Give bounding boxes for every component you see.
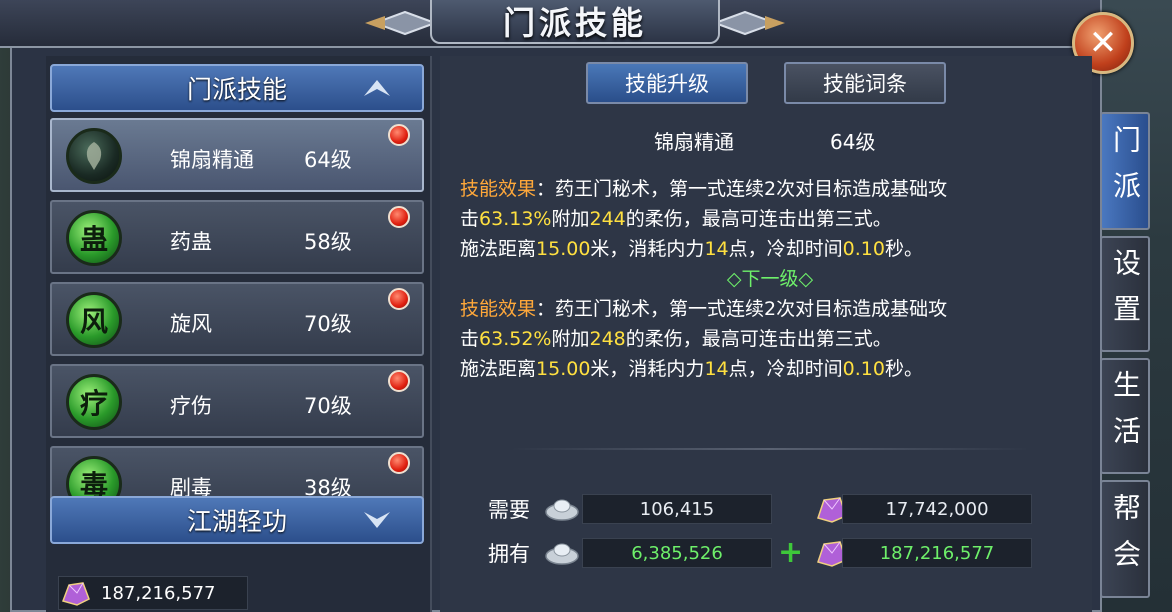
- desc-line: 施法距离15.00米，消耗内力14点，冷却时间0.10秒。: [460, 238, 923, 260]
- add-silver-button[interactable]: +: [778, 538, 803, 568]
- silver-ingot-icon: [545, 499, 579, 521]
- heal-skill-icon: 疗: [66, 374, 122, 430]
- skill-name: 药蛊: [170, 230, 212, 254]
- purple-gem-icon: [62, 582, 90, 606]
- side-tab-label: 设置: [1109, 248, 1142, 340]
- skill-item-liaoshang[interactable]: 疗 疗伤 70级: [50, 364, 424, 438]
- side-tab-label: 生活: [1109, 370, 1142, 462]
- desc-line: 施法距离15.00米，消耗内力14点，冷却时间0.10秒。: [460, 358, 923, 380]
- have-gem-value: 187,216,577: [842, 538, 1032, 568]
- whirlwind-skill-icon: 风: [66, 292, 122, 348]
- side-tab-guild[interactable]: 帮会: [1100, 480, 1150, 598]
- red-dot-badge-icon: [388, 124, 410, 146]
- need-silver-value: 106,415: [582, 494, 772, 524]
- poison-bug-skill-icon: 蛊: [66, 210, 122, 266]
- skill-detail-panel: 技能升级 技能词条 锦扇精通 64级 技能效果：药王门秘术，第一式连续2次对目标…: [440, 56, 1092, 612]
- desc-line: 击63.13%附加244的柔伤，最高可连击出第三式。: [460, 208, 892, 230]
- skill-list-panel: 门派技能 锦扇精通 64级 蛊 药蛊 58级 风 旋风 70级 疗 疗伤 70级…: [46, 56, 432, 612]
- title-plate: 门派技能: [430, 0, 720, 44]
- title-ornament-right-icon: [715, 10, 785, 36]
- skill-description: 技能效果：药王门秘术，第一式连续2次对目标造成基础攻 击63.13%附加244的…: [460, 174, 1080, 384]
- skill-name: 旋风: [170, 312, 212, 336]
- section-label: 门派技能: [186, 75, 287, 104]
- desc-line: 击63.52%附加248的柔伤，最高可连击出第三式。: [460, 328, 892, 350]
- detail-skill-level: 64级: [830, 130, 876, 154]
- tab-skill-upgrade[interactable]: 技能升级: [586, 62, 748, 104]
- red-dot-badge-icon: [388, 370, 410, 392]
- side-tab-label: 帮会: [1109, 493, 1142, 585]
- tab-skill-entries[interactable]: 技能词条: [784, 62, 946, 104]
- skill-item-xuanfeng[interactable]: 风 旋风 70级: [50, 282, 424, 356]
- skill-item-yaogu[interactable]: 蛊 药蛊 58级: [50, 200, 424, 274]
- chevron-down-icon: [364, 512, 390, 528]
- title-ornament-left-icon: [365, 10, 435, 36]
- close-icon: ✕: [1088, 23, 1118, 63]
- skill-item-jinshan[interactable]: 锦扇精通 64级: [50, 118, 424, 192]
- next-level-header: ◇下一级◇: [726, 268, 814, 290]
- skill-level: 70级: [304, 394, 352, 418]
- red-dot-badge-icon: [388, 206, 410, 228]
- skill-name: 疗伤: [170, 394, 212, 418]
- side-tab-label: 门派: [1109, 125, 1142, 217]
- divider: [510, 448, 1030, 450]
- fan-skill-icon: [66, 128, 122, 184]
- currency-value: 187,216,577: [101, 582, 216, 604]
- section-header-qinggong[interactable]: 江湖轻功: [50, 496, 424, 544]
- chevron-up-icon: [364, 80, 390, 96]
- silver-ingot-icon: [545, 543, 579, 565]
- red-dot-badge-icon: [388, 288, 410, 310]
- desc-line: 技能效果：药王门秘术，第一式连续2次对目标造成基础攻: [460, 298, 948, 320]
- detail-skill-name: 锦扇精通: [654, 130, 734, 154]
- section-header-sect-skills[interactable]: 门派技能: [50, 64, 424, 112]
- skill-level: 58级: [304, 230, 352, 254]
- have-label: 拥有: [488, 542, 530, 566]
- red-dot-badge-icon: [388, 452, 410, 474]
- skill-name: 锦扇精通: [170, 148, 254, 172]
- window-title: 门派技能: [502, 4, 647, 42]
- have-silver-value: 6,385,526: [582, 538, 772, 568]
- skill-list[interactable]: 锦扇精通 64级 蛊 药蛊 58级 风 旋风 70级 疗 疗伤 70级 毒 剧毒…: [50, 118, 424, 546]
- section-label: 江湖轻功: [186, 507, 287, 536]
- need-label: 需要: [488, 498, 530, 522]
- skill-level: 70级: [304, 312, 352, 336]
- side-tab-settings[interactable]: 设置: [1100, 236, 1150, 352]
- need-gem-value: 17,742,000: [842, 494, 1032, 524]
- currency-display: 187,216,577: [58, 576, 248, 610]
- cost-row-have: 拥有 6,385,526 +: [488, 536, 803, 570]
- desc-line: 技能效果：药王门秘术，第一式连续2次对目标造成基础攻: [460, 178, 948, 200]
- skill-level: 64级: [304, 148, 352, 172]
- cost-row-need: 需要 106,415: [488, 492, 772, 526]
- side-tab-sect[interactable]: 门派: [1100, 112, 1150, 230]
- side-tab-life[interactable]: 生活: [1100, 358, 1150, 474]
